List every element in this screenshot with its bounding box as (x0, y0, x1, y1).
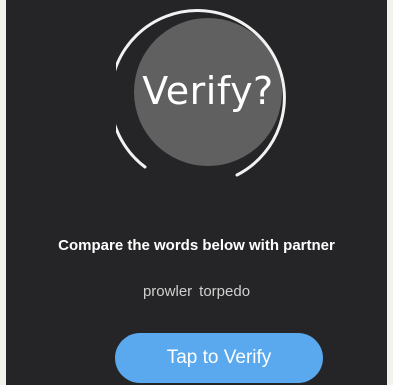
compare-instruction: Compare the words below with partner (58, 237, 335, 254)
verify-title: Verify? (142, 69, 274, 113)
verification-words: prowler torpedo (6, 282, 387, 302)
verification-word-1: prowler (142, 283, 193, 300)
verification-word-2: torpedo (199, 283, 251, 300)
verification-screen: Verify? Compare the words below with par… (6, 0, 387, 385)
verify-circle: Verify? (116, 0, 300, 184)
tap-to-verify-button[interactable]: Tap to Verify (115, 333, 323, 383)
